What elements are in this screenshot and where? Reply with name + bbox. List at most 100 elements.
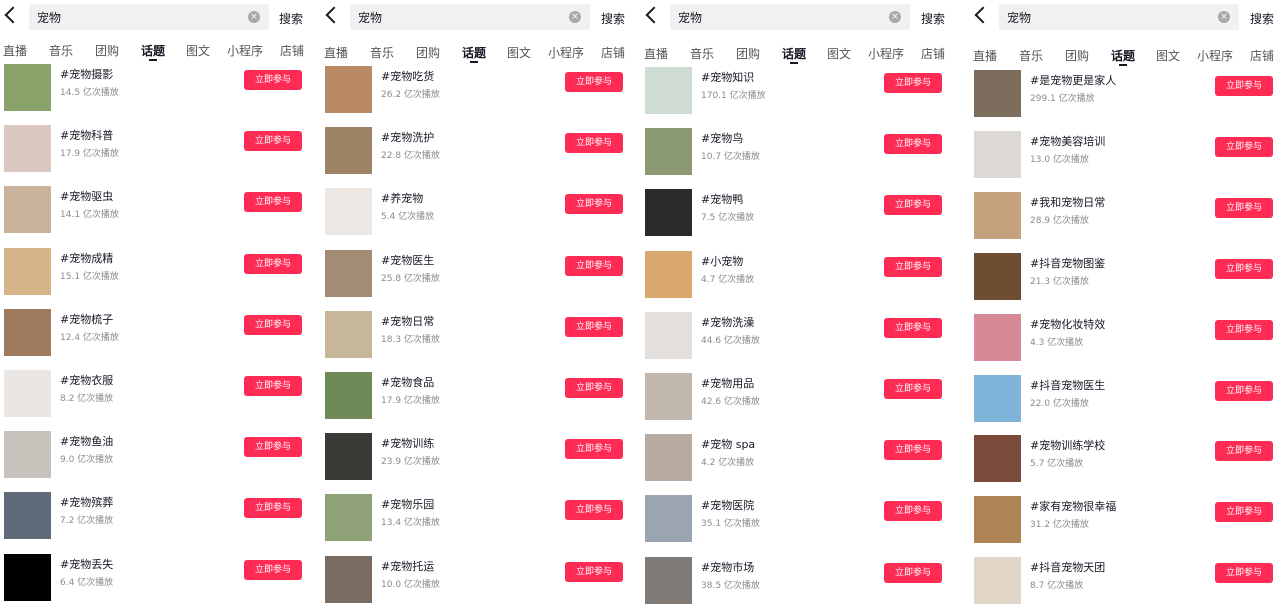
clear-icon[interactable]: × bbox=[889, 11, 901, 23]
topic-title[interactable]: #宠物医生 bbox=[381, 252, 434, 268]
clear-icon[interactable]: × bbox=[248, 11, 260, 23]
topic-title[interactable]: #宠物化妆特效 bbox=[1030, 316, 1105, 332]
topic-row[interactable]: #宠物殡葬 7.2 亿次播放 立即参与 bbox=[0, 492, 308, 553]
topic-thumbnail[interactable] bbox=[974, 192, 1021, 239]
clear-icon[interactable]: × bbox=[1218, 11, 1230, 23]
join-button[interactable]: 立即参与 bbox=[244, 437, 302, 457]
topic-title[interactable]: #宠物托运 bbox=[381, 558, 434, 574]
topic-title[interactable]: #抖音宠物医生 bbox=[1030, 377, 1105, 393]
tab-item[interactable]: 直播 bbox=[3, 42, 27, 59]
topic-title[interactable]: #宠物日常 bbox=[381, 313, 434, 329]
tab-item[interactable]: 小程序 bbox=[548, 44, 584, 61]
topic-title[interactable]: #宠物训练学校 bbox=[1030, 437, 1105, 453]
join-button[interactable]: 立即参与 bbox=[565, 317, 623, 337]
topic-title[interactable]: #养宠物 bbox=[381, 190, 423, 206]
topic-title[interactable]: #宠物市场 bbox=[701, 559, 754, 575]
topic-thumbnail[interactable] bbox=[4, 492, 51, 539]
topic-thumbnail[interactable] bbox=[645, 128, 692, 175]
join-button[interactable]: 立即参与 bbox=[565, 439, 623, 459]
search-field[interactable]: 宠物 × bbox=[350, 4, 590, 30]
topic-row[interactable]: #是宠物更是家人 299.1 亿次播放 立即参与 bbox=[970, 70, 1280, 131]
topic-title[interactable]: #宠物鸭 bbox=[701, 191, 743, 207]
topic-row[interactable]: #宠物洗护 22.8 亿次播放 立即参与 bbox=[321, 127, 630, 188]
topic-row[interactable]: #养宠物 5.4 亿次播放 立即参与 bbox=[321, 188, 630, 249]
join-button[interactable]: 立即参与 bbox=[1215, 259, 1273, 279]
topic-row[interactable]: #家有宠物很幸福 31.2 亿次播放 立即参与 bbox=[970, 496, 1280, 557]
topic-title[interactable]: #小宠物 bbox=[701, 253, 743, 269]
tab-item[interactable]: 店铺 bbox=[280, 42, 304, 59]
topic-title[interactable]: #宠物丢失 bbox=[60, 556, 113, 572]
topic-row[interactable]: #宠物摄影 14.5 亿次播放 立即参与 bbox=[0, 64, 308, 125]
join-button[interactable]: 立即参与 bbox=[244, 254, 302, 274]
join-button[interactable]: 立即参与 bbox=[565, 194, 623, 214]
tab-item[interactable]: 小程序 bbox=[868, 45, 904, 62]
topic-thumbnail[interactable] bbox=[325, 372, 372, 419]
topic-title[interactable]: #是宠物更是家人 bbox=[1030, 72, 1116, 88]
tab-item[interactable]: 团购 bbox=[736, 45, 760, 62]
topic-thumbnail[interactable] bbox=[4, 125, 51, 172]
topic-row[interactable]: #我和宠物日常 28.9 亿次播放 立即参与 bbox=[970, 192, 1280, 253]
topic-row[interactable]: #宠物驱虫 14.1 亿次播放 立即参与 bbox=[0, 186, 308, 247]
tab-item[interactable]: 话题 bbox=[141, 42, 165, 61]
back-arrow-icon[interactable] bbox=[325, 6, 343, 24]
join-button[interactable]: 立即参与 bbox=[884, 134, 942, 154]
topic-row[interactable]: #宠物成精 15.1 亿次播放 立即参与 bbox=[0, 248, 308, 309]
topic-thumbnail[interactable] bbox=[4, 309, 51, 356]
topic-row[interactable]: #宠物日常 18.3 亿次播放 立即参与 bbox=[321, 311, 630, 372]
join-button[interactable]: 立即参与 bbox=[1215, 76, 1273, 96]
search-query[interactable]: 宠物 bbox=[358, 9, 382, 26]
topic-row[interactable]: #抖音宠物天团 8.7 亿次播放 立即参与 bbox=[970, 557, 1280, 606]
topic-title[interactable]: #宠物成精 bbox=[60, 250, 113, 266]
join-button[interactable]: 立即参与 bbox=[1215, 320, 1273, 340]
topic-thumbnail[interactable] bbox=[645, 251, 692, 298]
topic-thumbnail[interactable] bbox=[645, 373, 692, 420]
topic-thumbnail[interactable] bbox=[974, 375, 1021, 422]
topic-thumbnail[interactable] bbox=[325, 250, 372, 297]
topic-thumbnail[interactable] bbox=[974, 435, 1021, 482]
topic-row[interactable]: #宠物科普 17.9 亿次播放 立即参与 bbox=[0, 125, 308, 186]
join-button[interactable]: 立即参与 bbox=[244, 131, 302, 151]
topic-thumbnail[interactable] bbox=[4, 370, 51, 417]
topic-title[interactable]: #宠物乐园 bbox=[381, 496, 434, 512]
topic-title[interactable]: #宠物 spa bbox=[701, 436, 755, 452]
topic-row[interactable]: #宠物医生 25.8 亿次播放 立即参与 bbox=[321, 250, 630, 311]
join-button[interactable]: 立即参与 bbox=[1215, 563, 1273, 583]
clear-icon[interactable]: × bbox=[569, 11, 581, 23]
topic-title[interactable]: #我和宠物日常 bbox=[1030, 194, 1105, 210]
tab-item[interactable]: 团购 bbox=[416, 44, 440, 61]
topic-title[interactable]: #宠物鸟 bbox=[701, 130, 743, 146]
join-button[interactable]: 立即参与 bbox=[244, 376, 302, 396]
topic-row[interactable]: #抖音宠物图鉴 21.3 亿次播放 立即参与 bbox=[970, 253, 1280, 314]
join-button[interactable]: 立即参与 bbox=[884, 563, 942, 583]
topic-row[interactable]: #抖音宠物医生 22.0 亿次播放 立即参与 bbox=[970, 375, 1280, 436]
join-button[interactable]: 立即参与 bbox=[884, 257, 942, 277]
join-button[interactable]: 立即参与 bbox=[884, 73, 942, 93]
topic-title[interactable]: #宠物美容培训 bbox=[1030, 133, 1105, 149]
topic-row[interactable]: #宠物托运 10.0 亿次播放 立即参与 bbox=[321, 556, 630, 606]
join-button[interactable]: 立即参与 bbox=[884, 318, 942, 338]
topic-title[interactable]: #宠物知识 bbox=[701, 69, 754, 85]
topic-thumbnail[interactable] bbox=[645, 67, 692, 114]
topic-title[interactable]: #宠物用品 bbox=[701, 375, 754, 391]
tab-item[interactable]: 音乐 bbox=[370, 44, 394, 61]
topic-row[interactable]: #宠物训练 23.9 亿次播放 立即参与 bbox=[321, 433, 630, 494]
topic-thumbnail[interactable] bbox=[4, 554, 51, 601]
topic-title[interactable]: #抖音宠物图鉴 bbox=[1030, 255, 1105, 271]
topic-title[interactable]: #宠物驱虫 bbox=[60, 188, 113, 204]
join-button[interactable]: 立即参与 bbox=[244, 560, 302, 580]
join-button[interactable]: 立即参与 bbox=[565, 378, 623, 398]
join-button[interactable]: 立即参与 bbox=[565, 72, 623, 92]
topic-row[interactable]: #宠物丢失 6.4 亿次播放 立即参与 bbox=[0, 554, 308, 606]
topic-title[interactable]: #宠物训练 bbox=[381, 435, 434, 451]
tab-item[interactable]: 店铺 bbox=[921, 45, 945, 62]
back-arrow-icon[interactable] bbox=[645, 6, 663, 24]
topic-thumbnail[interactable] bbox=[645, 495, 692, 542]
topic-thumbnail[interactable] bbox=[974, 131, 1021, 178]
topic-row[interactable]: #宠物医院 35.1 亿次播放 立即参与 bbox=[641, 495, 950, 556]
topic-row[interactable]: #宠物衣服 8.2 亿次播放 立即参与 bbox=[0, 370, 308, 431]
topic-row[interactable]: #宠物洗澡 44.6 亿次播放 立即参与 bbox=[641, 312, 950, 373]
topic-thumbnail[interactable] bbox=[974, 253, 1021, 300]
topic-title[interactable]: #宠物食品 bbox=[381, 374, 434, 390]
topic-thumbnail[interactable] bbox=[974, 70, 1021, 117]
topic-thumbnail[interactable] bbox=[4, 64, 51, 111]
